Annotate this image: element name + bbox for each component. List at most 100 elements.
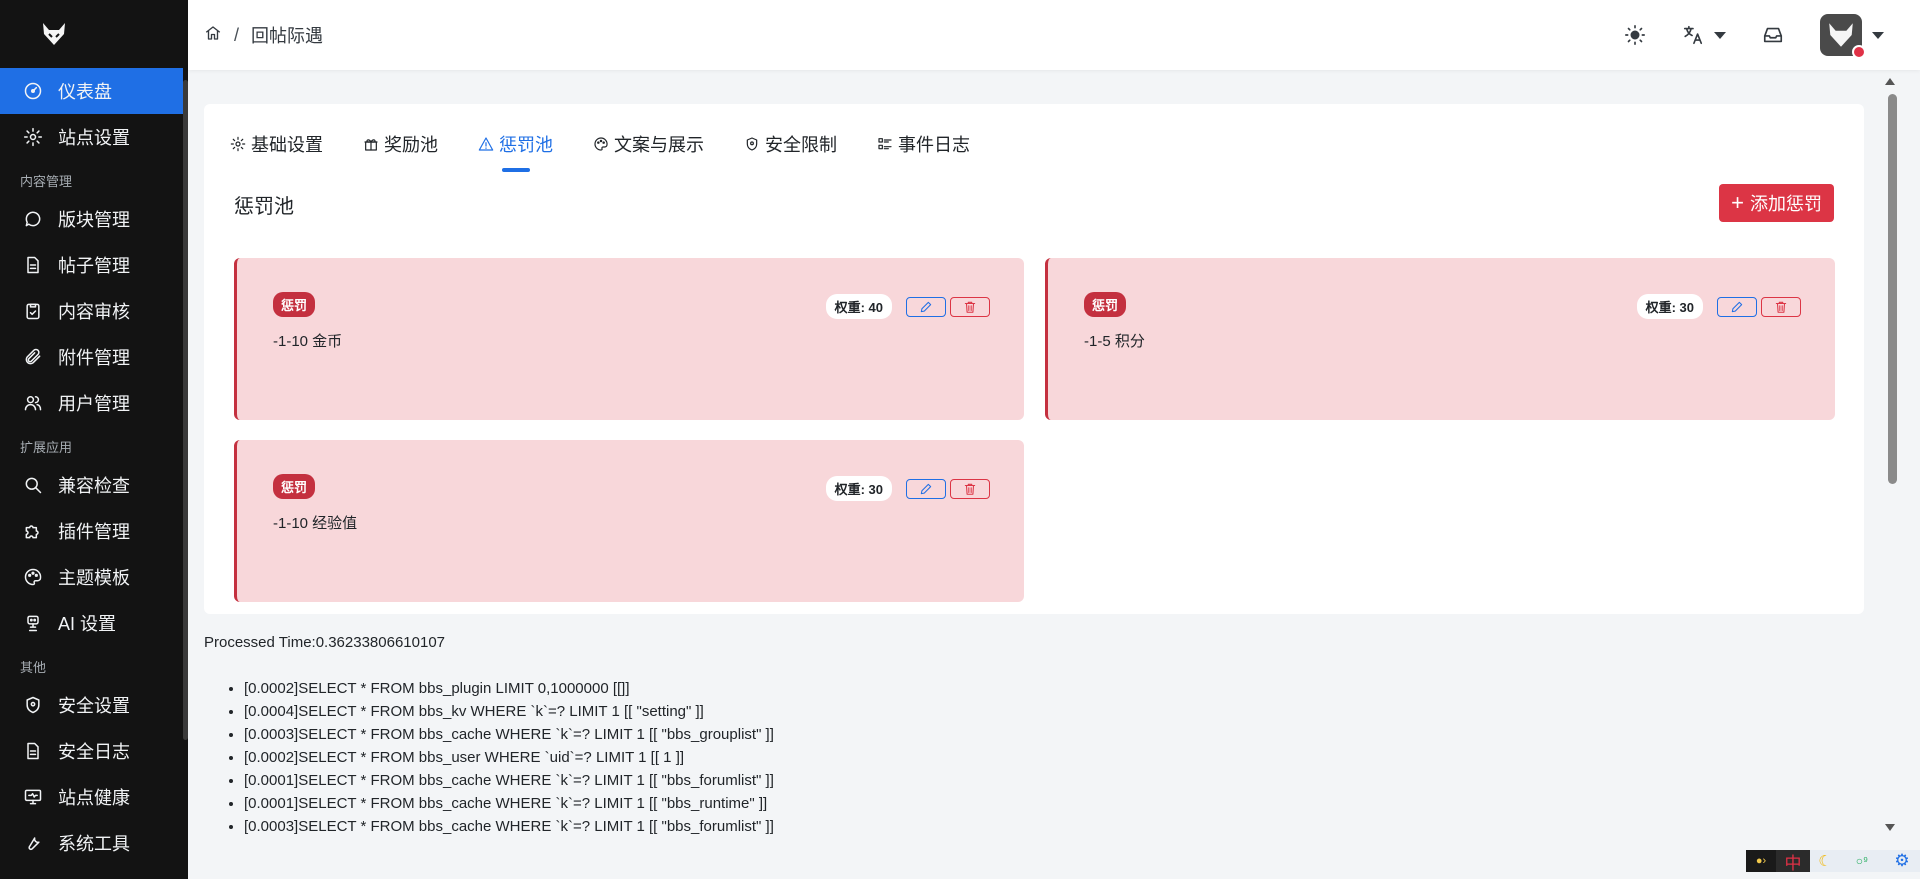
- theme-toggle-button[interactable]: [1624, 24, 1646, 46]
- penalty-description: -1-10 经验值: [273, 515, 358, 532]
- sidebar-item-users[interactable]: 用户管理: [0, 380, 188, 426]
- penalty-card: 惩罚 -1-10 金币 权重: 40: [234, 258, 1024, 420]
- sidebar-item-security-log[interactable]: 安全日志: [0, 728, 188, 774]
- ime-punctuation-toggle[interactable]: ○⁹: [1840, 850, 1884, 872]
- sidebar-item-security-settings[interactable]: 安全设置: [0, 682, 188, 728]
- penalty-description: -1-5 积分: [1084, 333, 1145, 350]
- sql-query-item: [0.0002]SELECT * FROM bbs_user WHERE `ui…: [244, 746, 774, 769]
- pencil-icon: [920, 483, 932, 494]
- chat-bubble-icon: [22, 208, 44, 230]
- sidebar-item-label: 安全日志: [58, 742, 130, 762]
- sidebar-item-label: 站点设置: [58, 128, 130, 148]
- tab-copy-display[interactable]: 文案与展示: [593, 128, 704, 160]
- puzzle-icon: [22, 520, 44, 542]
- main-scrollbar-thumb[interactable]: [1888, 94, 1897, 484]
- sidebar-item-ai-settings[interactable]: AI 设置: [0, 600, 188, 646]
- weight-badge: 权重: 40: [825, 294, 892, 319]
- sidebar-item-attachments[interactable]: 附件管理: [0, 334, 188, 380]
- sidebar-item-boards[interactable]: 版块管理: [0, 196, 188, 242]
- tab-penalty-pool[interactable]: 惩罚池: [478, 128, 553, 172]
- tab-label: 文案与展示: [614, 135, 704, 155]
- pencil-icon: [1731, 301, 1743, 312]
- warning-icon: [478, 137, 494, 151]
- sql-query-item: [0.0003]SELECT * FROM bbs_cache WHERE `k…: [244, 815, 774, 838]
- breadcrumb-separator: /: [234, 24, 240, 45]
- header-actions: [1588, 0, 1884, 70]
- sidebar-item-site-settings[interactable]: 站点设置: [0, 114, 188, 160]
- sql-query-item: [0.0004]SELECT * FROM bbs_kv WHERE `k`=?…: [244, 700, 774, 723]
- penalty-description: -1-10 金币: [273, 333, 343, 350]
- sidebar-scrollbar[interactable]: [183, 80, 188, 740]
- penalty-badge: 惩罚: [273, 474, 316, 499]
- weight-badge: 权重: 30: [1636, 294, 1703, 319]
- sidebar-item-label: 用户管理: [58, 394, 130, 414]
- sql-query-list: [0.0002]SELECT * FROM bbs_plugin LIMIT 0…: [244, 677, 774, 838]
- gift-icon: [364, 139, 378, 151]
- breadcrumb: / 回帖际遇: [204, 22, 323, 48]
- add-penalty-label: 添加惩罚: [1750, 194, 1822, 214]
- home-icon[interactable]: [204, 24, 222, 47]
- sql-query-item: [0.0003]SELECT * FROM bbs_cache WHERE `k…: [244, 723, 774, 746]
- moon-icon[interactable]: ☾: [1810, 850, 1840, 872]
- sidebar-item-dashboard[interactable]: 仪表盘: [0, 68, 183, 114]
- logo[interactable]: [0, 0, 188, 68]
- avatar-status-badge: [1852, 45, 1866, 59]
- edit-button[interactable]: [906, 478, 946, 499]
- tab-basic-settings[interactable]: 基础设置: [230, 128, 323, 160]
- sql-query-item: [0.0002]SELECT * FROM bbs_plugin LIMIT 0…: [244, 677, 774, 700]
- inbox-button[interactable]: [1762, 24, 1784, 46]
- sidebar-item-site-health[interactable]: 站点健康: [0, 774, 188, 820]
- ime-language-toggle[interactable]: 中: [1776, 850, 1810, 873]
- breadcrumb-current: 回帖际遇: [251, 26, 324, 46]
- sidebar-item-label: 站点健康: [58, 788, 130, 808]
- logo-icon: [43, 23, 65, 45]
- gear-icon: [230, 136, 246, 152]
- search-icon: [22, 474, 44, 496]
- ime-logo-icon[interactable]: ●›: [1746, 850, 1776, 872]
- tab-security-limits[interactable]: 安全限制: [744, 128, 837, 160]
- gear-icon: [22, 126, 44, 148]
- chevron-down-icon: [1714, 31, 1726, 39]
- user-menu[interactable]: [1820, 14, 1884, 59]
- sidebar-group-title: 其他: [20, 660, 47, 675]
- list-icon: [878, 138, 892, 150]
- delete-button[interactable]: [950, 296, 990, 317]
- edit-button[interactable]: [1717, 296, 1757, 317]
- language-dropdown[interactable]: [1682, 24, 1726, 46]
- tab-bar: 基础设置 奖励池 惩罚池 文案与展示 安全限制 事件日志: [230, 128, 1010, 172]
- sidebar-item-label: 附件管理: [58, 348, 130, 368]
- sidebar-item-label: AI 设置: [58, 614, 117, 634]
- top-header: / 回帖际遇: [188, 0, 1920, 70]
- sidebar-item-themes[interactable]: 主题模板: [0, 554, 188, 600]
- penalty-actions: 权重: 30: [825, 476, 990, 501]
- sidebar-item-plugins[interactable]: 插件管理: [0, 508, 188, 554]
- tab-label: 事件日志: [898, 135, 970, 155]
- penalty-card: 惩罚 -1-5 积分 权重: 30: [1045, 258, 1835, 420]
- trash-icon: [1775, 301, 1787, 313]
- ime-toolbar: ●› 中 ☾ ○⁹ ⚙: [1746, 848, 1920, 874]
- weight-badge: 权重: 30: [825, 476, 892, 501]
- sidebar-item-system-tools[interactable]: 系统工具: [0, 820, 188, 866]
- edit-button[interactable]: [906, 296, 946, 317]
- tab-event-log[interactable]: 事件日志: [877, 128, 970, 160]
- tab-label: 奖励池: [384, 135, 438, 155]
- sidebar-item-compat-check[interactable]: 兼容检查: [0, 462, 188, 508]
- add-penalty-button[interactable]: + 添加惩罚: [1719, 184, 1834, 222]
- sidebar-item-posts[interactable]: 帖子管理: [0, 242, 188, 288]
- tab-reward-pool[interactable]: 奖励池: [363, 128, 438, 160]
- delete-button[interactable]: [1761, 296, 1801, 317]
- delete-button[interactable]: [950, 478, 990, 499]
- sidebar-item-label: 兼容检查: [58, 476, 130, 496]
- sidebar-item-label: 仪表盘: [58, 82, 112, 102]
- sidebar-item-review[interactable]: 内容审核: [0, 288, 188, 334]
- sidebar-item-label: 安全设置: [58, 696, 130, 716]
- sidebar-item-label: 内容审核: [58, 302, 130, 322]
- sidebar: 仪表盘 站点设置 内容管理 版块管理 帖子管理 内容审核 附件管理 用户管理 扩…: [0, 0, 188, 879]
- document-icon: [22, 740, 44, 762]
- ime-settings-gear-icon[interactable]: ⚙: [1884, 850, 1920, 872]
- sidebar-group-title: 扩展应用: [20, 440, 73, 455]
- scroll-down-arrow-icon[interactable]: [1885, 824, 1895, 831]
- plus-icon: +: [1731, 190, 1744, 215]
- inbox-icon: [1763, 27, 1783, 43]
- scroll-up-arrow-icon[interactable]: [1885, 78, 1895, 85]
